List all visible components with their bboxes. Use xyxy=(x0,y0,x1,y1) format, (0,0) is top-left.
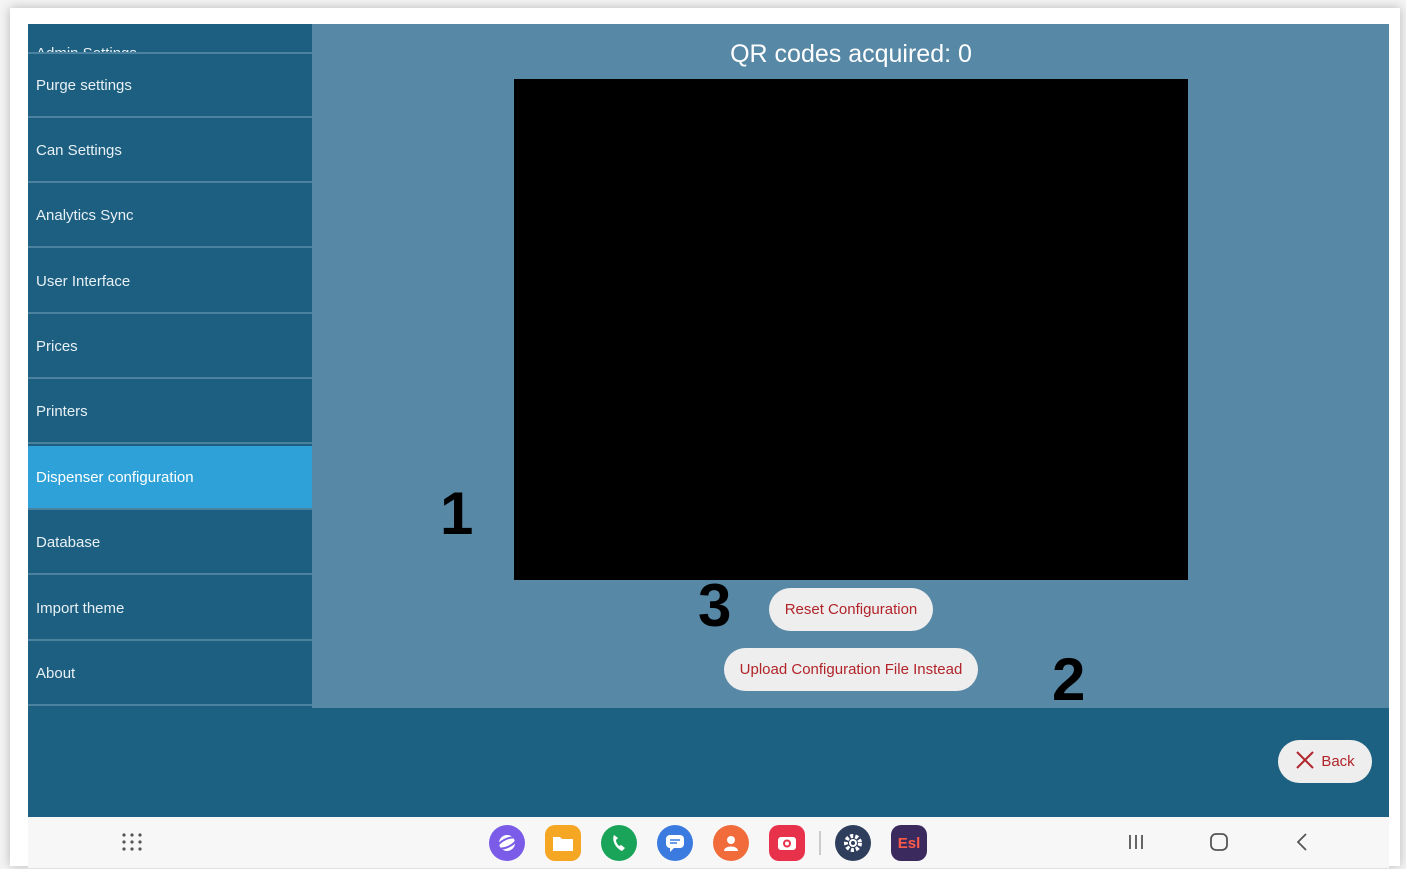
sidebar-item-label: Can Settings xyxy=(36,141,122,159)
sidebar-item-database[interactable]: Database xyxy=(28,511,312,575)
camera-app-icon[interactable] xyxy=(769,825,805,861)
recents-icon[interactable] xyxy=(1126,825,1146,862)
phone-icon[interactable] xyxy=(601,825,637,861)
home-icon[interactable] xyxy=(1208,825,1230,862)
browser-icon[interactable] xyxy=(489,825,525,861)
sidebar-item-can-settings[interactable]: Can Settings xyxy=(28,119,312,183)
sidebar-item-label: About xyxy=(36,664,76,682)
sidebar-item-label: Prices xyxy=(36,337,78,355)
sidebar-item-label: Analytics Sync xyxy=(36,206,134,224)
contacts-icon[interactable] xyxy=(713,825,749,861)
settings-sidebar: Admin Settings Purge settings Can Settin… xyxy=(28,24,312,708)
back-button[interactable]: Back xyxy=(1278,740,1372,783)
sidebar-item-label: Purge settings xyxy=(36,76,132,94)
sidebar-item-admin-settings[interactable]: Admin Settings xyxy=(28,24,312,54)
sidebar-item-about[interactable]: About xyxy=(28,642,312,706)
back-button-label: Back xyxy=(1321,753,1355,770)
sidebar-item-label: Dispenser configuration xyxy=(36,468,194,486)
back-nav-icon[interactable] xyxy=(1292,825,1312,862)
sidebar-item-label: Import theme xyxy=(36,599,125,617)
sidebar-item-user-interface[interactable]: User Interface xyxy=(28,250,312,314)
sidebar-item-analytics-sync[interactable]: Analytics Sync xyxy=(28,184,312,248)
bottom-action-bar: Back xyxy=(28,708,1389,817)
sidebar-item-label: Database xyxy=(36,533,101,551)
sidebar-item-label: Admin Settings xyxy=(36,45,137,54)
sidebar-item-printers[interactable]: Printers xyxy=(28,380,312,444)
annotation-marker-1: 1 xyxy=(440,480,474,547)
sidebar-item-import-theme[interactable]: Import theme xyxy=(28,577,312,641)
upload-configuration-file-button[interactable]: Upload Configuration File Instead xyxy=(724,648,978,691)
settings-app-icon[interactable] xyxy=(835,825,871,861)
app-screen: Admin Settings Purge settings Can Settin… xyxy=(28,24,1389,868)
sidebar-item-prices[interactable]: Prices xyxy=(28,315,312,379)
esl-app-badge: Esl xyxy=(897,834,921,852)
annotation-marker-3: 3 xyxy=(698,572,732,639)
annotation-marker-2: 2 xyxy=(1052,646,1086,713)
close-icon xyxy=(1295,750,1315,774)
files-icon[interactable] xyxy=(545,825,581,861)
sidebar-item-label: Printers xyxy=(36,402,88,420)
sidebar-item-purge-settings[interactable]: Purge settings xyxy=(28,54,312,118)
apps-grid-icon[interactable] xyxy=(120,825,144,862)
qr-camera-preview xyxy=(514,79,1188,580)
reset-configuration-button[interactable]: Reset Configuration xyxy=(769,588,933,631)
android-navigation-bar: Esl xyxy=(28,817,1389,868)
sidebar-item-dispenser-configuration[interactable]: Dispenser configuration xyxy=(28,446,312,510)
esl-app-icon[interactable]: Esl xyxy=(891,825,927,861)
messages-icon[interactable] xyxy=(657,825,693,861)
sidebar-item-label: User Interface xyxy=(36,272,131,290)
dock-divider xyxy=(819,831,821,855)
qr-count-title: QR codes acquired: 0 xyxy=(730,40,972,68)
